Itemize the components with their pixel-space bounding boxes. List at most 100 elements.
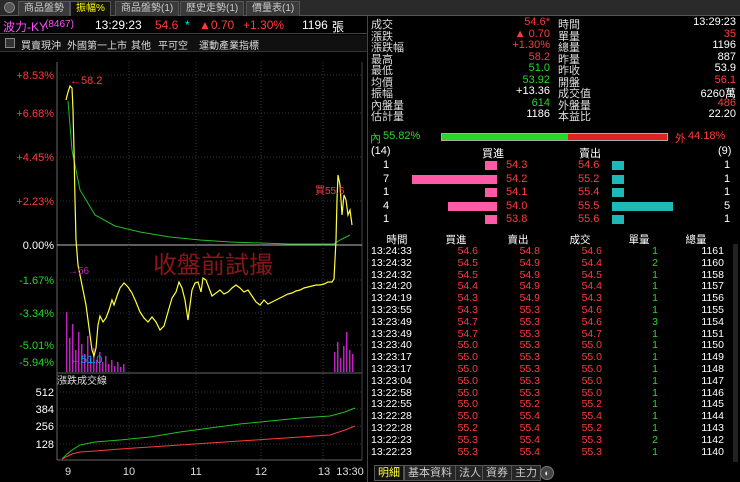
chart-svg: +8.53% +6.68% +4.45% +2.23% 0.00% -1.67%… <box>0 52 367 482</box>
ratio-track <box>441 133 668 141</box>
volume-bar <box>337 342 339 372</box>
vol-panel-title: 漲跌成交線 <box>57 374 107 387</box>
y-label-2: +6.68% <box>16 108 54 120</box>
tick-cell: 54.5 <box>457 268 478 281</box>
bid-volume: 1 <box>383 159 390 171</box>
scrollbar[interactable] <box>733 244 738 462</box>
tick-cell: 54.4 <box>581 280 602 293</box>
tick-cell: 13:23:55 <box>371 304 412 316</box>
bid-price[interactable]: 53.8 <box>506 213 527 225</box>
quote-value: 53.92 <box>522 73 550 86</box>
tick-row[interactable]: 13:22:23 55.3 55.4 55.3 1 1140 <box>368 446 734 458</box>
menu-item-other[interactable]: 其他 <box>131 37 151 52</box>
tick-cell: 13:23:17 <box>371 363 412 375</box>
bid-price[interactable]: 54.3 <box>506 159 527 171</box>
tick-row[interactable]: 13:22:28 55.2 55.4 55.2 1 1143 <box>368 422 734 434</box>
mid-marker: →56 <box>68 266 90 277</box>
tick-cell: 13:24:20 <box>371 280 412 293</box>
quote-header: 波力-KY (8467) 13:29:23 54.6 * ▲0.70 +1.30… <box>0 16 367 34</box>
tick-cell: 55.3 <box>519 339 540 352</box>
bid-price[interactable]: 54.2 <box>506 173 527 185</box>
ask-volume: 1 <box>724 186 731 198</box>
tick-row[interactable]: 13:23:49 54.7 55.3 54.7 1 1151 <box>368 328 734 340</box>
tick-cell: 55.0 <box>581 386 602 399</box>
tab-institutional[interactable]: 法人 <box>455 465 485 481</box>
tick-row[interactable]: 13:22:23 55.3 55.4 55.3 2 1142 <box>368 434 734 446</box>
tab-market[interactable]: 商品盤勢 <box>18 1 70 16</box>
quote-value: 51.0 <box>528 62 550 74</box>
tick-row[interactable]: 13:24:33 54.6 54.8 54.6 1 1161 <box>368 245 734 257</box>
tab-history-1[interactable]: 歷史走勢(1) <box>180 1 245 16</box>
ask-price[interactable]: 55.2 <box>578 173 599 185</box>
tick-cell: 1154 <box>701 315 724 328</box>
tick-row[interactable]: 13:24:19 54.3 54.9 54.3 1 1156 <box>368 292 734 304</box>
volume-bar <box>66 312 68 372</box>
tab-detail[interactable]: 明細 <box>374 465 404 481</box>
ask-bar <box>612 215 624 224</box>
tick-cell: 1 <box>652 268 658 281</box>
tab-basic-info[interactable]: 基本資料 <box>404 465 456 481</box>
tick-cell: 1 <box>652 280 658 293</box>
menu-item-daytrade[interactable]: 買賣現沖 <box>21 37 61 52</box>
bid-price[interactable]: 54.0 <box>506 200 527 212</box>
tick-cell: 55.4 <box>519 422 540 434</box>
header-price: 54.6 <box>155 18 179 32</box>
ask-price[interactable]: 55.6 <box>578 213 599 225</box>
bid-volume: 4 <box>383 199 390 212</box>
tick-row[interactable]: 13:23:17 55.0 55.3 55.0 1 1148 <box>368 363 734 375</box>
tick-row[interactable]: 13:22:58 55.0 55.3 55.0 1 1146 <box>368 387 734 399</box>
tick-cell: 54.6 <box>581 245 602 257</box>
quote-value: 614 <box>531 96 550 109</box>
y-label-3: +4.45% <box>16 152 54 164</box>
tab-price-volume-1[interactable]: 價量表(1) <box>246 1 301 16</box>
volume-bar <box>117 362 119 372</box>
tick-cell: 1 <box>652 351 658 364</box>
tick-row[interactable]: 13:23:17 55.0 55.3 55.0 1 1149 <box>368 351 734 363</box>
tick-cell: 1147 <box>701 374 724 387</box>
nav-arrow-icon[interactable]: ◐ <box>540 466 554 480</box>
tick-row[interactable]: 13:24:32 54.5 54.9 54.4 2 1160 <box>368 257 734 269</box>
tick-cell: 55.4 <box>519 433 540 446</box>
tick-row[interactable]: 13:23:40 55.0 55.3 55.0 1 1150 <box>368 339 734 351</box>
quote-value: ▲ 0.70 <box>514 27 550 40</box>
tick-cell: 55.3 <box>519 315 540 328</box>
tick-row[interactable]: 13:23:04 55.0 55.3 55.0 1 1147 <box>368 375 734 387</box>
tick-row[interactable]: 13:22:55 55.0 55.2 55.2 1 1145 <box>368 398 734 410</box>
tick-cell: 13:23:04 <box>371 374 412 387</box>
vol-tick-2: 384 <box>36 404 54 416</box>
tick-row[interactable]: 13:24:20 54.4 54.9 54.4 1 1157 <box>368 280 734 292</box>
quote-value: +13.36 <box>516 85 550 97</box>
tab-margin[interactable]: 資券 <box>482 465 512 481</box>
intraday-chart[interactable]: +8.53% +6.68% +4.45% +2.23% 0.00% -1.67%… <box>0 52 367 482</box>
tick-cell: 1161 <box>701 245 724 257</box>
inner-pct: 55.82% <box>383 130 421 142</box>
quote-panel: 成交 54.6* 漲跌 ▲ 0.70 漲跌幅 +1.30% 最高 58.2 最低 51.0 均價 53… <box>367 16 740 482</box>
tab-main-force[interactable]: 主力 <box>511 465 541 481</box>
tick-row[interactable]: 13:23:55 54.3 55.3 54.6 1 1155 <box>368 304 734 316</box>
ask-price[interactable]: 55.5 <box>578 200 599 212</box>
circle-menu-icon[interactable] <box>4 2 15 13</box>
tick-row[interactable]: 13:23:49 54.7 55.3 54.6 3 1154 <box>368 316 734 328</box>
tick-row[interactable]: 13:24:32 54.5 54.9 54.5 1 1158 <box>368 269 734 281</box>
tick-cell: 55.4 <box>519 410 540 423</box>
menu-item-short[interactable]: 平可空 <box>158 37 188 52</box>
tick-cell: 1156 <box>701 292 724 305</box>
stock-name: 波力-KY <box>3 20 48 34</box>
tick-cell: 13:22:55 <box>371 398 412 411</box>
ask-price[interactable]: 54.6 <box>578 159 599 171</box>
menu-item-foreign[interactable]: 外國第一上市 <box>67 37 127 52</box>
tab-market-1[interactable]: 商品盤勢(1) <box>115 1 180 16</box>
tick-cell: 13:23:17 <box>371 351 412 364</box>
ask-price[interactable]: 55.4 <box>578 186 599 198</box>
x-label-13: 13 <box>318 466 330 478</box>
inner-fill <box>442 134 568 140</box>
tick-cell: 1145 <box>701 398 724 411</box>
menu-item-sports[interactable]: 運動產業指標 <box>199 37 259 52</box>
tick-cell: 13:24:32 <box>371 256 412 269</box>
volume-bar <box>343 346 345 372</box>
bid-price[interactable]: 54.1 <box>506 186 527 198</box>
tick-row[interactable]: 13:22:28 55.0 55.4 55.4 1 1144 <box>368 410 734 422</box>
menu-toggle-icon[interactable] <box>5 38 15 48</box>
volume-bar <box>346 332 348 372</box>
tab-amplitude[interactable]: 振幅% <box>70 1 111 16</box>
